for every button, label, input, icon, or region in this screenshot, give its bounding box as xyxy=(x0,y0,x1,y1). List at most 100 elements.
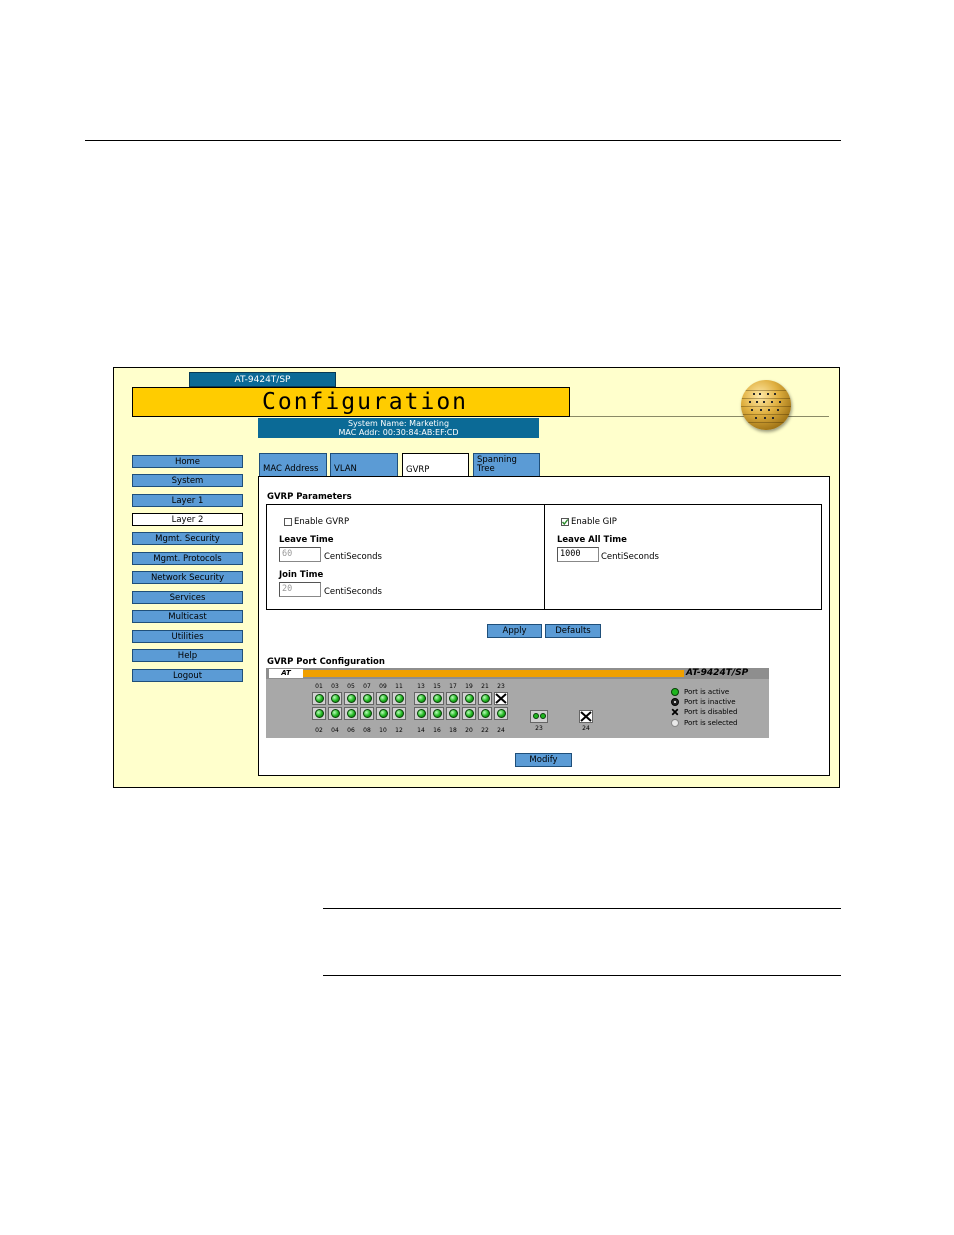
leave-time-unit: CentiSeconds xyxy=(324,552,382,562)
legend-active-icon xyxy=(671,688,679,696)
switch-orange-stripe xyxy=(302,670,684,677)
apply-button[interactable]: Apply xyxy=(487,624,542,638)
port-led-icon xyxy=(465,694,474,703)
modify-button[interactable]: Modify xyxy=(515,753,572,767)
port-number-top: 17 xyxy=(449,683,457,690)
nav-layer2-button[interactable]: Layer 2 xyxy=(132,513,243,526)
port-number-bottom: 18 xyxy=(449,727,457,734)
switch-faceplate: AT AT-9424T/SP 01 02 03 04 05 06 07 08 09 10 11 12 1… xyxy=(266,668,769,738)
screenshot-frame: AT-9424T/SP Configuration System Name: M… xyxy=(113,367,840,788)
nav-help-button[interactable]: Help xyxy=(132,649,243,662)
uplink-port-23[interactable] xyxy=(530,710,548,723)
tab-mac-address-label: MAC Address xyxy=(263,464,319,474)
port-18[interactable] xyxy=(446,707,460,720)
defaults-button[interactable]: Defaults xyxy=(545,624,601,638)
port-08[interactable] xyxy=(360,707,374,720)
port-number-top: 01 xyxy=(315,683,323,690)
enable-gip-checkbox[interactable] xyxy=(561,518,569,526)
port-16[interactable] xyxy=(430,707,444,720)
port-03[interactable] xyxy=(328,692,342,705)
port-23[interactable] xyxy=(494,692,508,705)
port-number-bottom: 02 xyxy=(315,727,323,734)
uplink-24-number: 24 xyxy=(582,725,590,732)
port-led-icon xyxy=(347,709,356,718)
port-20[interactable] xyxy=(462,707,476,720)
join-time-input[interactable]: 20 xyxy=(279,582,321,597)
port-led-icon xyxy=(331,709,340,718)
tab-gvrp[interactable]: GVRP xyxy=(402,453,469,477)
port-led-icon xyxy=(533,713,539,719)
port-10[interactable] xyxy=(376,707,390,720)
system-info-bar: System Name: Marketing MAC Addr: 00:30:8… xyxy=(258,418,539,438)
note-bottom-rule xyxy=(323,975,841,976)
nav-mgmt-protocols-button[interactable]: Mgmt. Protocols xyxy=(132,552,243,565)
port-led-icon xyxy=(395,694,404,703)
port-22[interactable] xyxy=(478,707,492,720)
port-13[interactable] xyxy=(414,692,428,705)
enable-gvrp-checkbox[interactable] xyxy=(284,518,292,526)
nav-layer1-button[interactable]: Layer 1 xyxy=(132,494,243,507)
port-09[interactable] xyxy=(376,692,390,705)
port-number-bottom: 20 xyxy=(465,727,473,734)
port-led-icon xyxy=(433,709,442,718)
port-number-top: 15 xyxy=(433,683,441,690)
port-17[interactable] xyxy=(446,692,460,705)
port-21[interactable] xyxy=(478,692,492,705)
legend-selected-label: Port is selected xyxy=(684,719,738,727)
leave-time-input[interactable]: 60 xyxy=(279,547,321,562)
port-number-bottom: 12 xyxy=(395,727,403,734)
legend-disabled-icon xyxy=(671,708,679,716)
leave-all-time-input[interactable]: 1000 xyxy=(557,547,599,562)
port-14[interactable] xyxy=(414,707,428,720)
tab-gvrp-label: GVRP xyxy=(406,465,430,475)
port-led-icon xyxy=(417,709,426,718)
port-led-icon xyxy=(379,709,388,718)
nav-network-security-button[interactable]: Network Security xyxy=(132,571,243,584)
port-01[interactable] xyxy=(312,692,326,705)
nav-utilities-button[interactable]: Utilities xyxy=(132,630,243,643)
nav-services-button[interactable]: Services xyxy=(132,591,243,604)
nav-home-button[interactable]: Home xyxy=(132,455,243,468)
tab-vlan-label: VLAN xyxy=(334,464,357,474)
enable-gip-label: Enable GIP xyxy=(571,517,617,527)
port-07[interactable] xyxy=(360,692,374,705)
port-led-icon xyxy=(465,709,474,718)
system-name: System Name: Marketing xyxy=(347,419,450,428)
port-04[interactable] xyxy=(328,707,342,720)
leave-time-label: Leave Time xyxy=(279,535,334,545)
nav-multicast-button[interactable]: Multicast xyxy=(132,610,243,623)
leave-all-time-unit: CentiSeconds xyxy=(601,552,659,562)
parameters-divider xyxy=(544,504,545,610)
uplink-port-24[interactable] xyxy=(579,710,593,723)
tab-mac-address[interactable]: MAC Address xyxy=(259,453,327,476)
tab-spanning-tree[interactable]: Spanning Tree xyxy=(473,453,540,476)
port-led-icon xyxy=(315,694,324,703)
nav-logout-button[interactable]: Logout xyxy=(132,669,243,682)
port-19[interactable] xyxy=(462,692,476,705)
port-number-top: 03 xyxy=(331,683,339,690)
port-12[interactable] xyxy=(392,707,406,720)
port-05[interactable] xyxy=(344,692,358,705)
port-02[interactable] xyxy=(312,707,326,720)
top-rule xyxy=(85,140,841,141)
port-led-icon xyxy=(379,694,388,703)
port-06[interactable] xyxy=(344,707,358,720)
join-time-unit: CentiSeconds xyxy=(324,587,382,597)
switch-logo: AT xyxy=(269,669,303,678)
port-15[interactable] xyxy=(430,692,444,705)
port-led-icon xyxy=(449,709,458,718)
port-number-bottom: 10 xyxy=(379,727,387,734)
port-24[interactable] xyxy=(494,707,508,720)
gvrp-parameters-heading: GVRP Parameters xyxy=(267,492,352,502)
port-led-icon xyxy=(315,709,324,718)
port-11[interactable] xyxy=(392,692,406,705)
tab-vlan[interactable]: VLAN xyxy=(330,453,398,476)
nav-mgmt-security-button[interactable]: Mgmt. Security xyxy=(132,532,243,545)
port-number-top: 13 xyxy=(417,683,425,690)
legend-inactive-label: Port is inactive xyxy=(684,698,736,706)
note-top-rule xyxy=(323,908,841,909)
port-led-icon xyxy=(481,694,490,703)
port-disabled-icon xyxy=(580,711,592,722)
legend-selected-icon xyxy=(671,719,679,727)
nav-system-button[interactable]: System xyxy=(132,474,243,487)
